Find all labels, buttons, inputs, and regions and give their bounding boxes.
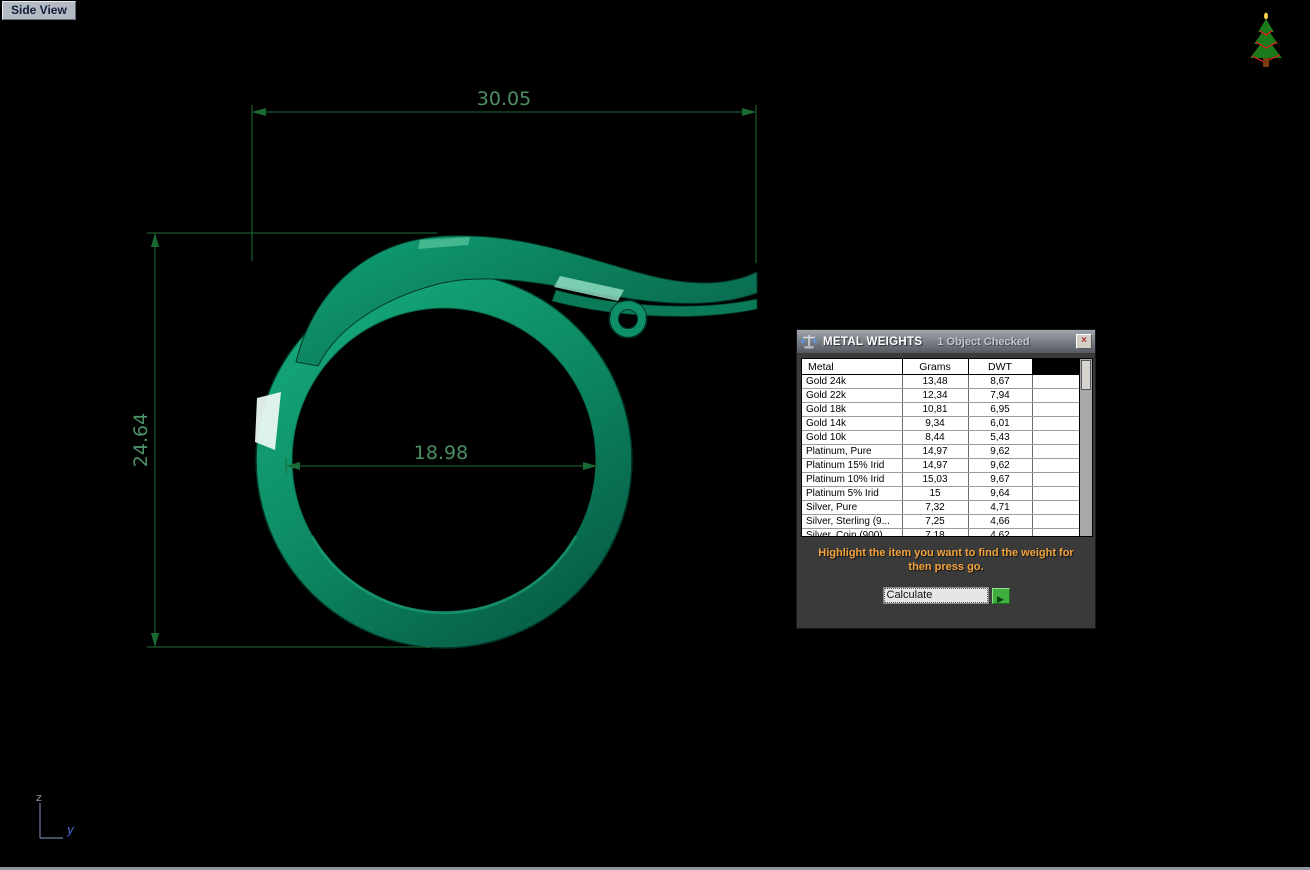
spacer-cell[interactable]: [1032, 472, 1079, 487]
spacer-cell[interactable]: [1032, 500, 1079, 515]
dimension-inner-width-label: 18.98: [414, 442, 468, 464]
grams-cell[interactable]: 7,32: [902, 500, 969, 515]
grams-cell[interactable]: 7,18: [902, 528, 969, 536]
grams-cell[interactable]: 14,97: [902, 444, 969, 459]
grams-cell[interactable]: 12,34: [902, 388, 969, 403]
grams-cell[interactable]: 7,25: [902, 514, 969, 529]
axis-indicator: z y: [36, 791, 75, 839]
dwt-cell[interactable]: 9,67: [968, 472, 1033, 487]
dimension-width[interactable]: 30.05: [251, 88, 757, 263]
axis-y-label: y: [66, 823, 75, 837]
grams-cell[interactable]: 8,44: [902, 430, 969, 445]
metal-cell[interactable]: Platinum 5% Irid: [802, 486, 903, 501]
metal-table-row[interactable]: Gold 18k 10,81 6,95: [802, 402, 1079, 417]
spacer-cell[interactable]: [1032, 374, 1079, 389]
metal-table-row[interactable]: Silver, Coin (900) 7,18 4,62: [802, 528, 1079, 536]
spacer-cell[interactable]: [1032, 458, 1079, 473]
dwt-cell[interactable]: 4,71: [968, 500, 1033, 515]
grams-cell[interactable]: 10,81: [902, 402, 969, 417]
metal-table: Metal Grams DWT Gold 24k 13,48 8,67 Gold 22…: [802, 359, 1079, 536]
metal-cell[interactable]: Platinum, Pure: [802, 444, 903, 459]
metal-cell[interactable]: Gold 18k: [802, 402, 903, 417]
metal-table-body: Gold 24k 13,48 8,67 Gold 22k 12,34 7,94 Gold 1…: [802, 374, 1079, 536]
grams-cell[interactable]: 13,48: [902, 374, 969, 389]
dwt-cell[interactable]: 4,66: [968, 514, 1033, 529]
grams-cell[interactable]: 15: [902, 486, 969, 501]
metal-weights-table: Metal Grams DWT Gold 24k 13,48 8,67 Gold 22…: [801, 358, 1093, 537]
metal-table-row[interactable]: Gold 14k 9,34 6,01: [802, 416, 1079, 431]
dwt-cell[interactable]: 5,43: [968, 430, 1033, 445]
scale-icon: [800, 333, 818, 351]
dwt-cell[interactable]: 6,95: [968, 402, 1033, 417]
grams-cell[interactable]: 15,03: [902, 472, 969, 487]
go-button[interactable]: ▶: [991, 587, 1010, 604]
metal-cell[interactable]: Silver, Coin (900): [802, 528, 903, 536]
instruction-line-2: then press go.: [908, 560, 984, 573]
metal-cell[interactable]: Silver, Sterling (9...: [802, 514, 903, 529]
table-scrollbar[interactable]: [1079, 359, 1092, 536]
spacer-cell[interactable]: [1032, 528, 1079, 536]
spacer-cell[interactable]: [1032, 388, 1079, 403]
metal-cell[interactable]: Platinum 15% Irid: [802, 458, 903, 473]
dimension-inner-width[interactable]: 18.98: [285, 442, 598, 474]
column-header-blank: [1032, 359, 1079, 375]
axis-z-label: z: [36, 791, 42, 804]
dwt-cell[interactable]: 9,64: [968, 486, 1033, 501]
objects-checked-status: 1 Object Checked: [937, 335, 1030, 348]
grams-cell[interactable]: 14,97: [902, 458, 969, 473]
viewport[interactable]: 30.05 24.64 18.98 z y: [0, 0, 1310, 870]
spacer-cell[interactable]: [1032, 430, 1079, 445]
calculate-button[interactable]: Calculate: [882, 587, 989, 604]
metal-table-row[interactable]: Platinum 10% Irid 15,03 9,67: [802, 472, 1079, 487]
metal-cell[interactable]: Platinum 10% Irid: [802, 472, 903, 487]
column-header-dwt[interactable]: DWT: [968, 359, 1033, 375]
close-icon: ×: [1081, 335, 1087, 346]
ring-model[interactable]: [255, 235, 758, 649]
calculate-row: Calculate ▶: [797, 587, 1095, 604]
scrollbar-thumb[interactable]: [1081, 360, 1091, 390]
table-header-row: Metal Grams DWT: [802, 359, 1079, 375]
christmas-tree-icon: [1244, 12, 1288, 74]
metal-table-row[interactable]: Silver, Sterling (9... 7,25 4,66: [802, 514, 1079, 529]
dwt-cell[interactable]: 4,62: [968, 528, 1033, 536]
dwt-cell[interactable]: 9,62: [968, 458, 1033, 473]
dwt-cell[interactable]: 6,01: [968, 416, 1033, 431]
dwt-cell[interactable]: 9,62: [968, 444, 1033, 459]
spacer-cell[interactable]: [1032, 416, 1079, 431]
spacer-cell[interactable]: [1032, 514, 1079, 529]
grams-cell[interactable]: 9,34: [902, 416, 969, 431]
instruction-line-1: Highlight the item you want to find the …: [818, 547, 1074, 559]
metal-table-row[interactable]: Platinum, Pure 14,97 9,62: [802, 444, 1079, 459]
metal-table-row[interactable]: Platinum 5% Irid 15 9,64: [802, 486, 1079, 501]
metal-cell[interactable]: Gold 24k: [802, 374, 903, 389]
metal-cell[interactable]: Gold 10k: [802, 430, 903, 445]
spacer-cell[interactable]: [1032, 444, 1079, 459]
metal-table-row[interactable]: Gold 24k 13,48 8,67: [802, 374, 1079, 389]
dimension-width-label: 30.05: [477, 88, 531, 110]
column-header-grams[interactable]: Grams: [902, 359, 969, 375]
metal-weights-panel: METAL WEIGHTS 1 Object Checked × Metal G…: [796, 329, 1096, 629]
dwt-cell[interactable]: 8,67: [968, 374, 1033, 389]
view-label[interactable]: Side View: [2, 1, 76, 20]
panel-titlebar[interactable]: METAL WEIGHTS 1 Object Checked ×: [797, 330, 1095, 353]
metal-table-row[interactable]: Gold 22k 12,34 7,94: [802, 388, 1079, 403]
metal-cell[interactable]: Gold 14k: [802, 416, 903, 431]
dimension-height-label: 24.64: [130, 413, 152, 467]
metal-cell[interactable]: Silver, Pure: [802, 500, 903, 515]
metal-table-row[interactable]: Silver, Pure 7,32 4,71: [802, 500, 1079, 515]
panel-title: METAL WEIGHTS: [823, 335, 923, 348]
play-icon: ▶: [997, 593, 1004, 604]
spacer-cell[interactable]: [1032, 402, 1079, 417]
metal-table-row[interactable]: Gold 10k 8,44 5,43: [802, 430, 1079, 445]
instruction-text: Highlight the item you want to find the …: [797, 547, 1095, 574]
metal-table-row[interactable]: Platinum 15% Irid 14,97 9,62: [802, 458, 1079, 473]
spacer-cell[interactable]: [1032, 486, 1079, 501]
metal-cell[interactable]: Gold 22k: [802, 388, 903, 403]
close-button[interactable]: ×: [1076, 334, 1092, 349]
column-header-metal[interactable]: Metal: [802, 359, 903, 375]
dwt-cell[interactable]: 7,94: [968, 388, 1033, 403]
application-window: 30.05 24.64 18.98 z y Side View METAL WE…: [0, 0, 1310, 870]
